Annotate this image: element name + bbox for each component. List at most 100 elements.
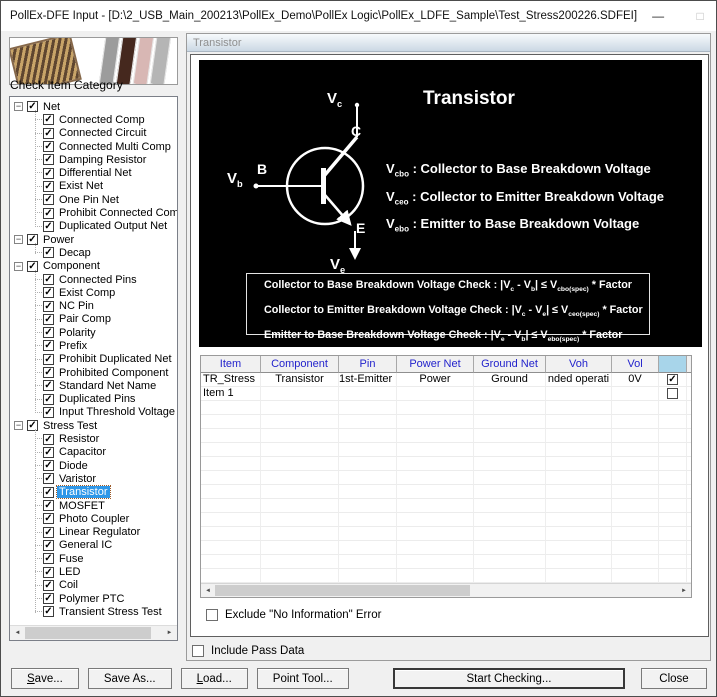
table-cell[interactable] <box>261 415 339 429</box>
tree-item-polymer-ptc[interactable]: ✓ Polymer PTC <box>10 592 177 605</box>
table-row-empty[interactable] <box>201 513 691 527</box>
checkbox-checked[interactable]: ✓ <box>43 114 54 126</box>
table-cell[interactable] <box>474 541 546 555</box>
table-cell[interactable] <box>397 541 474 555</box>
table-cell[interactable] <box>612 527 659 541</box>
table-cell[interactable] <box>474 485 546 499</box>
tree-item-damping-resistor[interactable]: ✓ Damping Resistor <box>10 153 177 166</box>
table-cell[interactable] <box>612 569 659 583</box>
table-cell[interactable] <box>201 541 261 555</box>
exclude-no-information-checkbox[interactable] <box>206 609 218 621</box>
minimize-button[interactable]: — <box>637 1 679 31</box>
table-horizontal-scrollbar[interactable]: ◄ ► <box>201 583 691 597</box>
table-cell[interactable] <box>612 513 659 527</box>
table-cell[interactable] <box>474 401 546 415</box>
checkbox-checked[interactable]: ✓ <box>43 566 54 578</box>
checkbox-checked[interactable]: ✓ <box>43 579 54 591</box>
table-cell[interactable] <box>261 429 339 443</box>
checkbox-unchecked[interactable] <box>667 388 678 399</box>
table-cell[interactable] <box>546 401 612 415</box>
table-cell[interactable] <box>261 471 339 485</box>
table-cell[interactable] <box>397 415 474 429</box>
checkbox-checked[interactable]: ✓ <box>43 141 54 153</box>
checkbox-checked[interactable]: ✓ <box>43 247 54 259</box>
save-as-button[interactable]: Save As... <box>87 668 172 689</box>
table-cell[interactable] <box>474 443 546 457</box>
table-cell[interactable] <box>612 471 659 485</box>
tree-item-connected-comp[interactable]: ✓ Connected Comp <box>10 113 177 126</box>
tree-item-general-ic[interactable]: ✓ General IC <box>10 539 177 552</box>
tree-item-exist-comp[interactable]: ✓ Exist Comp <box>10 286 177 299</box>
checkbox-checked[interactable]: ✓ <box>43 460 54 472</box>
save-button[interactable]: Save... <box>11 668 79 689</box>
tree-item-coil[interactable]: ✓ Coil <box>10 579 177 592</box>
tree-item-duplicated-pins[interactable]: ✓ Duplicated Pins <box>10 393 177 406</box>
table-cell[interactable] <box>397 569 474 583</box>
scrollbar-thumb[interactable] <box>215 585 470 596</box>
table-cell[interactable] <box>339 555 397 569</box>
tree-item-led[interactable]: ✓ LED <box>10 565 177 578</box>
table-cell[interactable] <box>339 429 397 443</box>
table-cell[interactable] <box>201 569 261 583</box>
table-row-empty[interactable] <box>201 499 691 513</box>
checkbox-checked[interactable]: ✓ <box>43 327 54 339</box>
tree-item-transient-stress-test[interactable]: ✓ Transient Stress Test <box>10 605 177 618</box>
table-cell[interactable] <box>339 415 397 429</box>
table-cell[interactable] <box>201 527 261 541</box>
column-header-ground-net[interactable]: Ground Net <box>474 356 546 373</box>
load-button[interactable]: Load... <box>180 668 248 689</box>
tree-item-connected-multi-comp[interactable]: ✓ Connected Multi Comp <box>10 140 177 153</box>
checkbox-checked[interactable]: ✓ <box>43 367 54 379</box>
tree-item-differential-net[interactable]: ✓ Differential Net <box>10 166 177 179</box>
table-cell[interactable]: Item 1 <box>201 387 261 401</box>
row-check-cell[interactable] <box>659 471 687 485</box>
tree-item-prohibited-component[interactable]: ✓ Prohibited Component <box>10 366 177 379</box>
table-row[interactable]: Item 1 <box>201 387 691 401</box>
point-tool-button[interactable]: Point Tool... <box>256 668 349 689</box>
table-cell[interactable] <box>339 387 397 401</box>
tree-item-photo-coupler[interactable]: ✓ Photo Coupler <box>10 512 177 525</box>
table-row-empty[interactable] <box>201 527 691 541</box>
table-cell[interactable] <box>201 415 261 429</box>
table-row-empty[interactable] <box>201 401 691 415</box>
table-cell[interactable] <box>261 499 339 513</box>
table-row-empty[interactable] <box>201 457 691 471</box>
table-cell[interactable] <box>397 457 474 471</box>
table-cell[interactable] <box>546 415 612 429</box>
table-cell[interactable] <box>546 443 612 457</box>
table-cell[interactable] <box>201 401 261 415</box>
table-cell[interactable] <box>546 429 612 443</box>
table-row[interactable]: TR_Stress Transistor 1st-Emitter p Power Gro… <box>201 373 691 387</box>
row-check-cell[interactable] <box>659 387 687 401</box>
checkbox-checked[interactable]: ✓ <box>43 526 54 538</box>
checkbox-checked[interactable]: ✓ <box>43 539 54 551</box>
table-cell[interactable] <box>612 443 659 457</box>
checkbox-checked[interactable]: ✓ <box>43 380 54 392</box>
row-check-cell[interactable] <box>659 401 687 415</box>
scroll-right-icon[interactable]: ► <box>677 584 691 597</box>
table-cell[interactable] <box>474 569 546 583</box>
tree-item-varistor[interactable]: ✓ Varistor <box>10 472 177 485</box>
table-cell[interactable] <box>474 527 546 541</box>
table-row-empty[interactable] <box>201 415 691 429</box>
tree-item-standard-net-name[interactable]: ✓ Standard Net Name <box>10 379 177 392</box>
checkbox-checked[interactable]: ✓ <box>43 274 54 285</box>
table-cell[interactable] <box>261 513 339 527</box>
scrollbar-thumb[interactable] <box>25 627 151 639</box>
checkbox-checked[interactable]: ✓ <box>43 553 54 565</box>
table-cell[interactable] <box>261 485 339 499</box>
table-cell[interactable]: 1st-Emitter p <box>339 373 397 387</box>
row-check-cell[interactable] <box>659 485 687 499</box>
table-cell[interactable] <box>397 471 474 485</box>
table-cell[interactable] <box>474 415 546 429</box>
collapse-icon[interactable]: − <box>14 261 23 271</box>
table-cell[interactable] <box>261 569 339 583</box>
tree-item-linear-regulator[interactable]: ✓ Linear Regulator <box>10 526 177 539</box>
row-check-cell[interactable] <box>659 415 687 429</box>
checkbox-checked[interactable]: ✓ <box>43 393 54 405</box>
checkbox-checked[interactable]: ✓ <box>43 287 54 299</box>
tree-item-prefix[interactable]: ✓ Prefix <box>10 339 177 352</box>
table-cell[interactable] <box>261 387 339 401</box>
table-cell[interactable] <box>201 499 261 513</box>
row-check-cell[interactable] <box>659 569 687 583</box>
